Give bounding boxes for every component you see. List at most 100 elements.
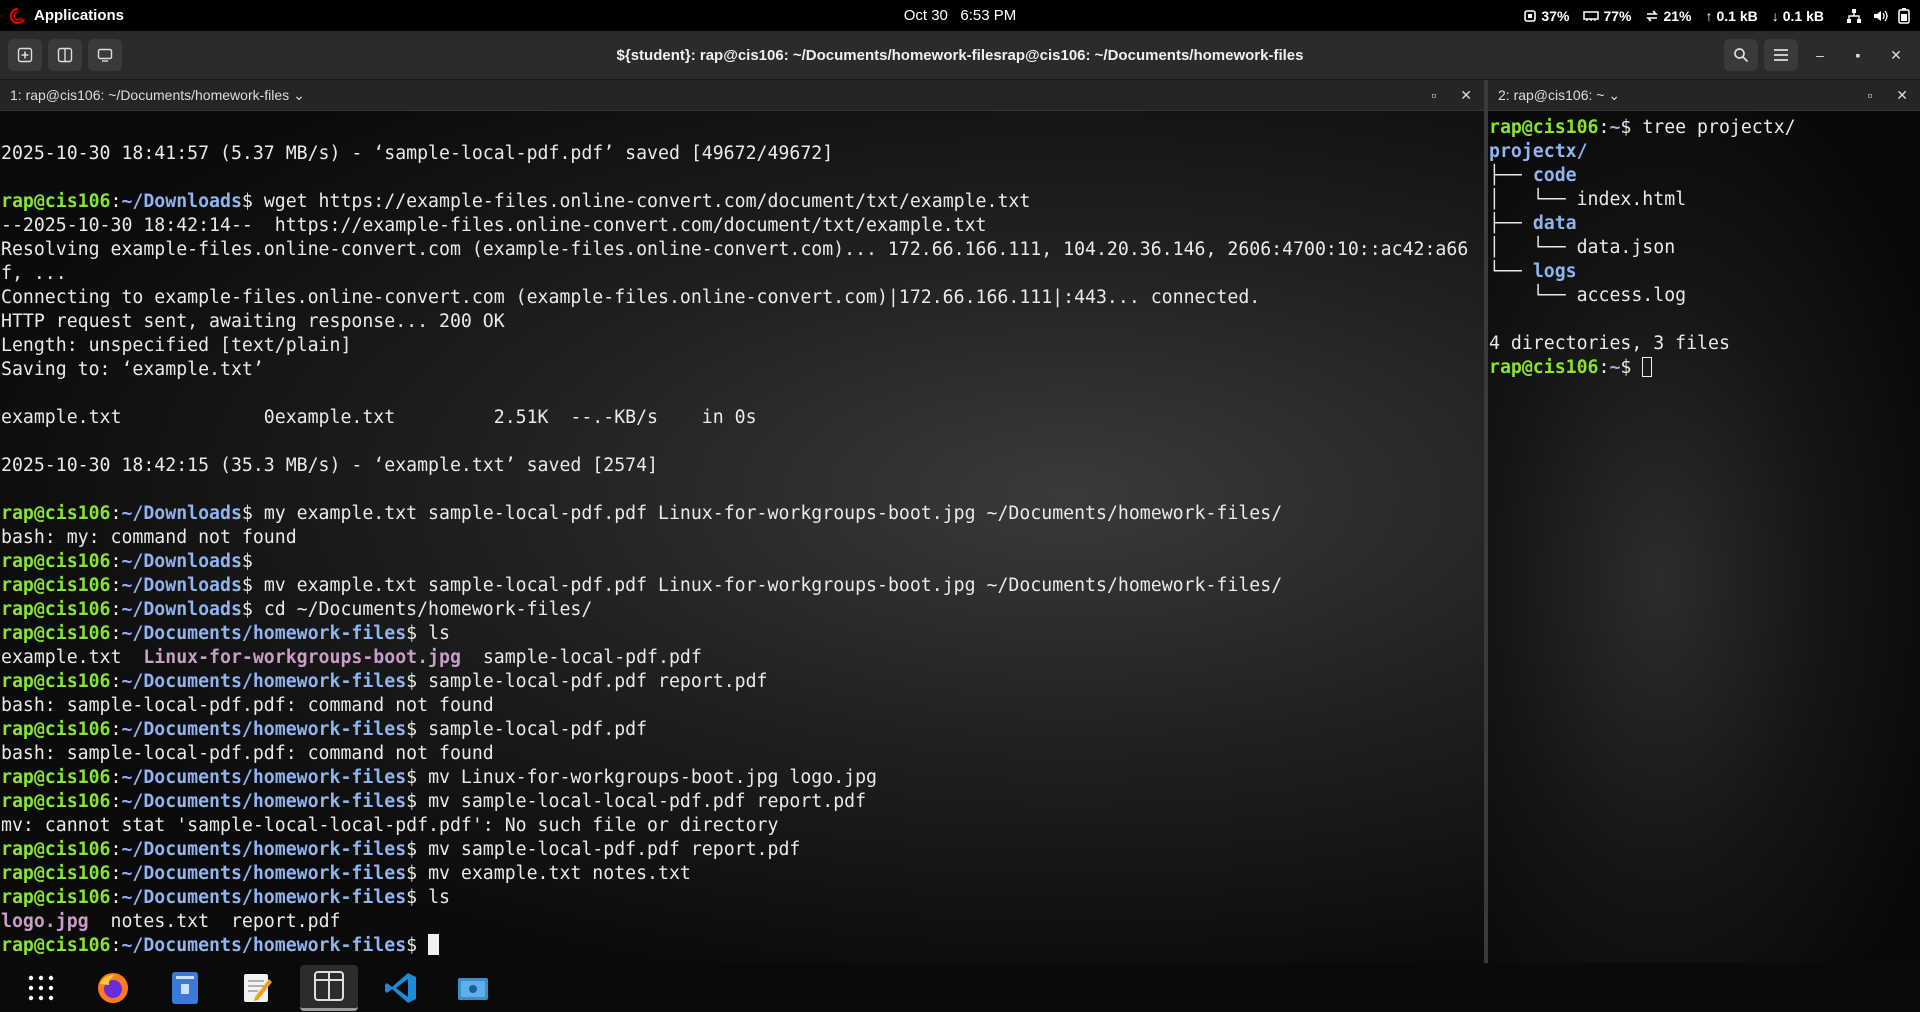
terminal-pane-2[interactable]: 2: rap@cis106: ~ ⌄ ▫ ✕ rap@cis106:~$ tre… (1488, 80, 1920, 963)
prompt-symbol: $ (406, 623, 429, 644)
dock-item-file-manager[interactable] (156, 965, 214, 1011)
dock-item-screenshot[interactable] (444, 965, 502, 1011)
pane-2-title: 2: rap@cis106: ~ (1498, 86, 1605, 103)
distro-logo-icon (10, 7, 25, 24)
minimize-button[interactable]: – (1804, 39, 1836, 71)
dock-item-terminal[interactable] (300, 964, 358, 1011)
prompt-user: rap@cis106 (1, 839, 111, 860)
terminal-line: logo.jpg notes.txt report.pdf (1, 910, 1484, 934)
clock-button[interactable]: Oct 30 6:53 PM (904, 7, 1017, 24)
download-value: 0.1 kB (1782, 7, 1824, 24)
command-text: mv example.txt notes.txt (428, 863, 691, 884)
prompt-path: ~/Documents/homework-files (121, 767, 407, 788)
prompt-separator: : (110, 599, 122, 620)
applications-menu[interactable]: Applications (0, 7, 124, 24)
dock-item-firefox[interactable] (84, 965, 142, 1011)
terminal-line: Connecting to example-files.online-conve… (1, 287, 1261, 308)
prompt-user: rap@cis106 (1, 623, 111, 644)
dock (0, 963, 1920, 1012)
upload-indicator[interactable]: ↑ 0.1 kB (1706, 8, 1758, 24)
broadcast-button[interactable] (88, 39, 122, 71)
terminal-cursor (428, 934, 440, 955)
broadcast-icon (97, 48, 113, 62)
terminal-line: rap@cis106:~/Documents/homework-files$ m… (1, 766, 1484, 790)
prompt-separator: : (110, 935, 122, 956)
prompt-path: ~/Downloads (121, 575, 242, 596)
search-button[interactable] (1724, 39, 1758, 71)
prompt-user: rap@cis106 (1, 671, 111, 692)
prompt-symbol: $ (241, 191, 264, 212)
terminal-line: example.txt 0example.txt 2.51K --.-KB/s … (1, 407, 757, 428)
split-terminal-button[interactable] (48, 39, 82, 71)
dock-item-text-editor[interactable] (228, 965, 286, 1011)
command-text: sample-local-pdf.pdf (428, 719, 648, 740)
terminal-line: projectx/ (1489, 140, 1920, 164)
tree-segment: code (1532, 165, 1577, 186)
close-icon: ✕ (1890, 46, 1902, 63)
terminal-line: rap@cis106:~/Documents/homework-files$ m… (1, 862, 1484, 886)
terminal-titlebar: ${student}: rap@cis106: ~/Documents/home… (0, 31, 1920, 80)
terminal-line: f, ... (1, 263, 67, 284)
command-text: wget https://example-files.online-conver… (263, 191, 1031, 212)
cpu-indicator[interactable]: 37% (1523, 8, 1569, 24)
top-bar: Applications Oct 30 6:53 PM 37% 77% 21% … (0, 0, 1920, 31)
prompt-user: rap@cis106 (1, 935, 111, 956)
memory-indicator[interactable]: 77% (1583, 8, 1631, 24)
download-indicator[interactable]: ↓ 0.1 kB (1772, 8, 1824, 24)
command-text: ls (428, 887, 450, 908)
pane-1-maximize-button[interactable]: ▫ (1431, 87, 1436, 104)
pane-1-header: 1: rap@cis106: ~/Documents/homework-file… (0, 80, 1484, 111)
maximize-button[interactable]: ▪ (1842, 39, 1874, 71)
prompt-symbol: $ (1620, 357, 1643, 378)
prompt-symbol: $ (241, 599, 264, 620)
prompt-user: rap@cis106 (1, 599, 111, 620)
prompt-path: ~/Downloads (121, 599, 242, 620)
upload-value: 0.1 kB (1716, 7, 1758, 24)
chevron-down-icon: ⌄ (293, 86, 305, 103)
memory-value: 77% (1603, 7, 1632, 24)
prompt-separator: : (110, 839, 122, 860)
prompt-separator: : (110, 551, 122, 572)
terminal-line: rap@cis106:~/Documents/homework-files$ l… (1, 622, 1484, 646)
terminal-output-1[interactable]: 2025-10-30 18:41:57 (5.37 MB/s) - ‘sampl… (1, 118, 1484, 958)
pane-2-maximize-button[interactable]: ▫ (1867, 87, 1872, 104)
pane-1-close-button[interactable]: ✕ (1460, 87, 1472, 104)
ls-gap (89, 911, 111, 932)
terminal-line: mv: cannot stat 'sample-local-local-pdf.… (1, 815, 779, 836)
terminal-line: 2025-10-30 18:41:57 (5.37 MB/s) - ‘sampl… (1, 143, 834, 164)
terminal-line: Resolving example-files.online-convert.c… (1, 239, 1469, 260)
prompt-user: rap@cis106 (1, 863, 111, 884)
terminal-line: example.txt Linux-for-workgroups-boot.jp… (1, 646, 1484, 670)
pane-2-close-button[interactable]: ✕ (1896, 87, 1908, 104)
pane-1-title-dropdown[interactable]: 1: rap@cis106: ~/Documents/homework-file… (10, 87, 305, 104)
swap-icon (1646, 9, 1659, 22)
prompt-path: ~/Downloads (121, 191, 242, 212)
terminal-line: rap@cis106:~/Documents/homework-files$ m… (1, 838, 1484, 862)
command-text: tree projectx/ (1642, 117, 1796, 138)
tree-segment: └── (1489, 261, 1533, 282)
command-text: mv sample-local-local-pdf.pdf report.pdf (428, 791, 867, 812)
prompt-symbol: $ (406, 791, 429, 812)
close-window-button[interactable]: ✕ (1880, 39, 1912, 71)
terminal-line: └── access.log (1489, 284, 1920, 308)
menu-button[interactable] (1764, 39, 1798, 71)
cpu-icon (1524, 9, 1537, 22)
new-tab-button[interactable] (8, 39, 42, 71)
system-menu[interactable] (1846, 7, 1910, 24)
prompt-separator: : (110, 503, 122, 524)
terminal-line: --2025-10-30 18:42:14-- https://example-… (1, 215, 987, 236)
swap-indicator[interactable]: 21% (1645, 8, 1692, 24)
volume-icon (1874, 10, 1888, 21)
terminal-output-2[interactable]: rap@cis106:~$ tree projectx/projectx/├──… (1489, 116, 1920, 380)
terminal-pane-1[interactable]: 1: rap@cis106: ~/Documents/homework-file… (0, 80, 1484, 963)
command-text: ls (428, 623, 450, 644)
terminal-line: rap@cis106:~$ (1489, 356, 1920, 380)
dock-item-vscode[interactable] (372, 965, 430, 1011)
terminal-line: rap@cis106:~/Downloads$ (1, 550, 1484, 574)
dock-item-app-grid[interactable] (12, 965, 70, 1011)
prompt-user: rap@cis106 (1, 551, 111, 572)
prompt-separator: : (110, 791, 122, 812)
pane-2-title-dropdown[interactable]: 2: rap@cis106: ~ ⌄ (1498, 87, 1620, 104)
app-grid-icon (28, 975, 54, 1001)
